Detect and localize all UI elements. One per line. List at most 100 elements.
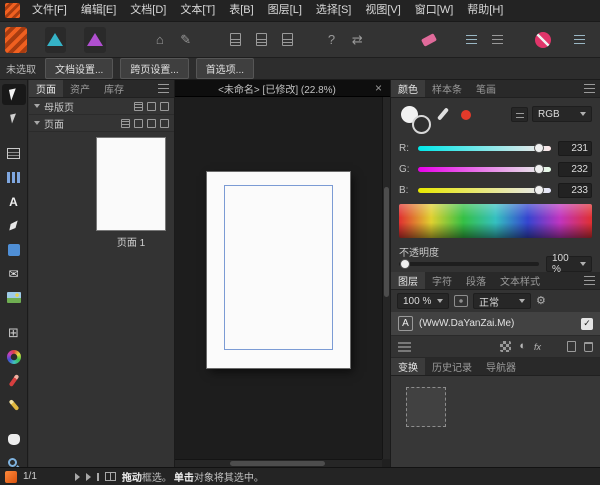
blue-channel-slider[interactable] [418, 188, 551, 193]
layer-visibility-checkbox[interactable]: ✓ [581, 318, 593, 330]
duplicate-page-icon[interactable] [252, 28, 272, 52]
tab-history[interactable]: 历史记录 [425, 358, 479, 375]
edit-all-layers-icon[interactable] [454, 295, 468, 307]
panel-list-icon[interactable] [569, 28, 589, 52]
tab-stock[interactable]: 库存 [97, 80, 131, 97]
color-picker-tool-icon[interactable] [2, 394, 26, 415]
menu-view[interactable]: 视图[V] [358, 0, 407, 21]
menu-document[interactable]: 文档[D] [123, 0, 173, 21]
home-icon[interactable]: ⌂ [150, 28, 170, 52]
crop-tool-icon[interactable]: ⊞ [2, 322, 26, 343]
color-wheel-icon[interactable] [2, 346, 26, 367]
panel-menu-icon[interactable] [153, 80, 174, 97]
tab-color[interactable]: 颜色 [391, 80, 425, 97]
color-options-icon[interactable] [511, 107, 528, 122]
layer-stack-icon[interactable] [398, 342, 411, 352]
column-guides-tool-icon[interactable] [2, 167, 26, 188]
horizontal-scroll-thumb[interactable] [230, 461, 325, 466]
page-option-icon[interactable] [160, 119, 169, 128]
last-page-icon[interactable] [86, 473, 91, 481]
view-hand-tool-icon[interactable] [2, 429, 26, 450]
tab-paragraph[interactable]: 段落 [459, 272, 493, 289]
master-option-icon[interactable] [134, 102, 143, 111]
spectrum-picker[interactable] [399, 204, 592, 238]
swap-icon[interactable]: ⇄ [347, 28, 367, 52]
master-option-icon[interactable] [147, 102, 156, 111]
opacity-value-dropdown[interactable]: 100 % [546, 256, 592, 272]
text-tool-icon[interactable]: A [2, 191, 26, 212]
eyedropper-icon[interactable] [437, 107, 449, 120]
tab-transform[interactable]: 变换 [391, 358, 425, 375]
master-pages-section[interactable]: 母版页 [29, 98, 174, 115]
menu-select[interactable]: 选择[S] [309, 0, 358, 21]
horizontal-scrollbar[interactable] [175, 459, 382, 467]
close-document-icon[interactable]: × [373, 81, 384, 95]
node-tool-icon[interactable] [2, 108, 26, 129]
green-channel-value[interactable]: 232 [558, 162, 592, 177]
photo-persona-icon[interactable] [84, 27, 106, 53]
menu-text[interactable]: 文本[T] [173, 0, 222, 21]
menu-file[interactable]: 文件[F] [25, 0, 74, 21]
delete-layer-icon[interactable] [584, 342, 593, 352]
status-orange-icon[interactable] [5, 471, 17, 483]
tab-stroke[interactable]: 笔画 [469, 80, 503, 97]
menu-table[interactable]: 表[B] [222, 0, 260, 21]
disclosure-icon[interactable] [34, 104, 40, 108]
document-page[interactable] [207, 172, 350, 368]
stroke-color-circle[interactable] [412, 115, 431, 134]
move-tool-icon[interactable] [2, 84, 26, 105]
layer-opacity-dropdown[interactable]: 100 % [397, 293, 449, 309]
document-setup-button[interactable]: 文档设置... [45, 58, 113, 79]
red-channel-slider[interactable] [418, 146, 551, 151]
tab-pages[interactable]: 页面 [29, 80, 63, 97]
pencil-icon[interactable]: ✎ [176, 28, 196, 52]
vertical-scroll-thumb[interactable] [384, 187, 389, 297]
recent-color-swatch[interactable] [461, 110, 471, 120]
spread-view-icon[interactable] [105, 472, 116, 481]
menu-help[interactable]: 帮助[H] [460, 0, 510, 21]
slider-knob[interactable] [400, 259, 410, 269]
spread-setup-button[interactable]: 跨页设置... [120, 58, 188, 79]
color-mode-dropdown[interactable]: RGB [532, 106, 592, 122]
disclosure-icon[interactable] [34, 121, 40, 125]
eraser-icon[interactable] [419, 28, 439, 52]
tab-character[interactable]: 字符 [425, 272, 459, 289]
delete-page-icon[interactable] [278, 28, 298, 52]
master-option-icon[interactable] [160, 102, 169, 111]
help-cursor-icon[interactable]: ? [321, 28, 341, 52]
menu-edit[interactable]: 编辑[E] [74, 0, 123, 21]
preferences-button[interactable]: 首选项... [196, 58, 254, 79]
red-circle-icon[interactable] [533, 28, 553, 52]
page-option-icon[interactable] [121, 119, 130, 128]
shape-tool-icon[interactable] [2, 239, 26, 260]
mask-layer-icon[interactable] [500, 341, 511, 352]
add-page-icon[interactable] [226, 28, 246, 52]
designer-persona-icon[interactable] [45, 27, 67, 53]
page-1-thumbnail[interactable] [96, 137, 166, 231]
frame-text-tool-icon[interactable] [2, 143, 26, 164]
panel-menu-icon[interactable] [579, 80, 600, 97]
green-channel-slider[interactable] [418, 167, 551, 172]
tab-text-styles[interactable]: 文本样式 [493, 272, 547, 289]
adjustment-layer-icon[interactable]: ◐ [519, 341, 526, 352]
page-option-icon[interactable] [147, 119, 156, 128]
document-tab-title[interactable]: <未命名> [已修改] (22.8%) [181, 81, 373, 96]
list-teal-icon[interactable] [461, 28, 481, 52]
tab-assets[interactable]: 资产 [63, 80, 97, 97]
vector-brush-tool-icon[interactable] [2, 370, 26, 391]
add-layer-icon[interactable] [567, 341, 576, 352]
pages-section[interactable]: 页面 [29, 115, 174, 132]
vertical-scrollbar[interactable] [382, 97, 390, 459]
gear-icon[interactable]: ⚙ [536, 296, 546, 307]
slider-knob[interactable] [534, 185, 544, 195]
pen-tool-icon[interactable] [2, 215, 26, 236]
slider-knob[interactable] [534, 164, 544, 174]
slider-knob[interactable] [534, 143, 544, 153]
menu-layer[interactable]: 图层[L] [261, 0, 309, 21]
list-gray-icon[interactable] [487, 28, 507, 52]
blend-mode-dropdown[interactable]: 正常 [473, 293, 531, 309]
layer-row[interactable]: A (WwW.DaYanZai.Me) ✓ [391, 312, 600, 336]
blue-channel-value[interactable]: 233 [558, 183, 592, 198]
envelope-tool-icon[interactable]: ✉ [2, 263, 26, 284]
picture-frame-tool-icon[interactable] [2, 287, 26, 308]
